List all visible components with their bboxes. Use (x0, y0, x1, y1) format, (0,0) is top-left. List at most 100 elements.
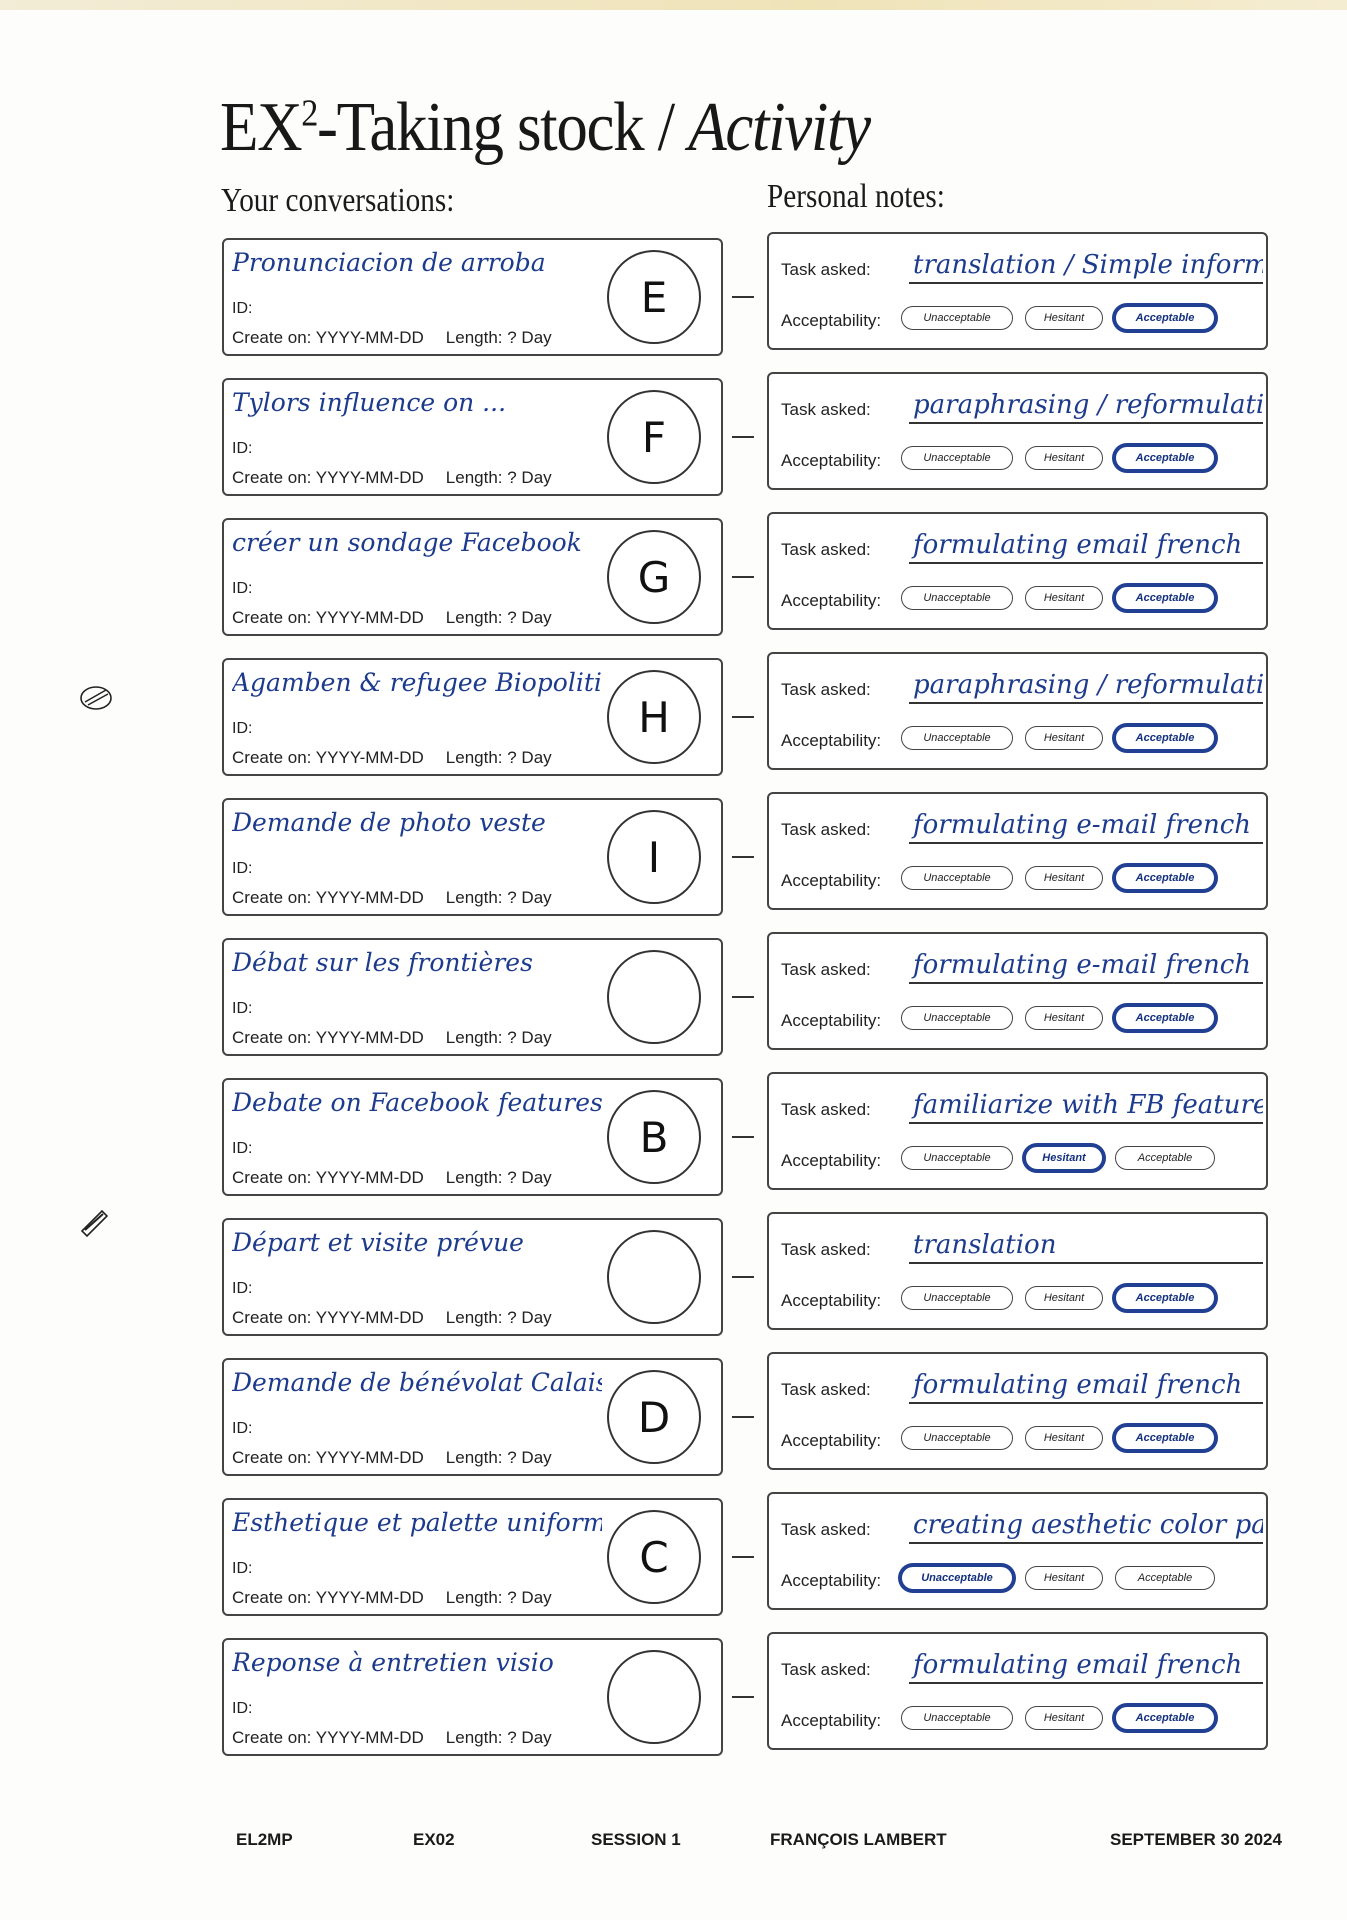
connector-dash (732, 1276, 754, 1278)
conversation-title: créer un sondage Facebook (232, 528, 582, 557)
conversation-title: Tylors influence on ... (232, 388, 507, 417)
acceptability-option-unacceptable[interactable]: Unacceptable (901, 1006, 1013, 1030)
footer-exercise: EX02 (413, 1830, 455, 1849)
conversation-id-label: ID: (232, 440, 253, 457)
conversation-card: Agamben & refugee Biopolitics ID: Create… (222, 658, 723, 776)
conversation-row: Agamben & refugee Biopolitics ID: Create… (0, 652, 1347, 783)
connector-dash (732, 716, 754, 718)
conversation-row: Demande de photo veste ID: Create on: YY… (0, 792, 1347, 923)
acceptability-option-acceptable[interactable]: Acceptable (1115, 306, 1215, 330)
acceptability-option-unacceptable[interactable]: Unacceptable (901, 1706, 1013, 1730)
create-on-label: Create on: YYYY-MM-DD (232, 1028, 424, 1047)
conversation-letter-circle (607, 1230, 701, 1324)
conversation-title: Départ et visite prévue (232, 1228, 524, 1257)
acceptability-option-hesitant[interactable]: Hesitant (1025, 1286, 1103, 1310)
acceptability-option-hesitant[interactable]: Hesitant (1025, 1146, 1103, 1170)
footer-session: SESSION 1 (591, 1830, 681, 1849)
task-asked-label: Task asked: (781, 680, 871, 699)
acceptability-option-acceptable[interactable]: Acceptable (1115, 586, 1215, 610)
task-asked-value: familiarize with FB features (909, 1088, 1263, 1124)
acceptability-option-unacceptable[interactable]: Unacceptable (901, 306, 1013, 330)
acceptability-label: Acceptability: (781, 1151, 882, 1170)
acceptability-options: Unacceptable Hesitant Acceptable (901, 306, 1215, 330)
footer-code: EL2MP (236, 1830, 293, 1849)
task-asked-value: formulating email french (909, 528, 1263, 564)
personal-note-card: Task asked: formulating e-mail french Ac… (767, 932, 1268, 1050)
acceptability-option-hesitant[interactable]: Hesitant (1025, 1706, 1103, 1730)
acceptability-option-acceptable[interactable]: Acceptable (1115, 726, 1215, 750)
conversation-row: Demande de bénévolat Calais ID: Create o… (0, 1352, 1347, 1483)
conversation-id-label: ID: (232, 1420, 253, 1437)
task-asked-label: Task asked: (781, 400, 871, 419)
conversation-card: Pronunciacion de arroba ID: Create on: Y… (222, 238, 723, 356)
acceptability-option-hesitant[interactable]: Hesitant (1025, 866, 1103, 890)
acceptability-label: Acceptability: (781, 1431, 882, 1450)
acceptability-option-hesitant[interactable]: Hesitant (1025, 1426, 1103, 1450)
conversation-row: créer un sondage Facebook ID: Create on:… (0, 512, 1347, 643)
task-asked-label: Task asked: (781, 1660, 871, 1679)
acceptability-option-unacceptable[interactable]: Unacceptable (901, 726, 1013, 750)
acceptability-label: Acceptability: (781, 311, 882, 330)
personal-note-card: Task asked: paraphrasing / reformulating… (767, 652, 1268, 770)
acceptability-option-hesitant[interactable]: Hesitant (1025, 586, 1103, 610)
acceptability-label: Acceptability: (781, 1571, 882, 1590)
conversation-title: Agamben & refugee Biopolitics (232, 668, 602, 697)
task-asked-value: creating aesthetic color pallette (909, 1508, 1263, 1544)
acceptability-option-acceptable[interactable]: Acceptable (1115, 1566, 1215, 1590)
conversation-letter-circle (607, 950, 701, 1044)
conversation-id-label: ID: (232, 860, 253, 877)
conversation-row: Debate on Facebook features ID: Create o… (0, 1072, 1347, 1203)
acceptability-option-unacceptable[interactable]: Unacceptable (901, 586, 1013, 610)
create-on-label: Create on: YYYY-MM-DD (232, 328, 424, 347)
acceptability-option-unacceptable[interactable]: Unacceptable (901, 1566, 1013, 1590)
acceptability-option-acceptable[interactable]: Acceptable (1115, 446, 1215, 470)
acceptability-option-acceptable[interactable]: Acceptable (1115, 1426, 1215, 1450)
task-asked-label: Task asked: (781, 540, 871, 559)
acceptability-option-acceptable[interactable]: Acceptable (1115, 1006, 1215, 1030)
conversation-card: Demande de bénévolat Calais ID: Create o… (222, 1358, 723, 1476)
conversation-row: Tylors influence on ... ID: Create on: Y… (0, 372, 1347, 503)
acceptability-option-unacceptable[interactable]: Unacceptable (901, 1286, 1013, 1310)
acceptability-label: Acceptability: (781, 451, 882, 470)
length-label: Length: ? Day (445, 608, 552, 627)
personal-note-card: Task asked: creating aesthetic color pal… (767, 1492, 1268, 1610)
acceptability-option-hesitant[interactable]: Hesitant (1025, 306, 1103, 330)
acceptability-label: Acceptability: (781, 591, 882, 610)
conversation-row: Reponse à entretien visio ID: Create on:… (0, 1632, 1347, 1763)
conversation-card: Débat sur les frontières ID: Create on: … (222, 938, 723, 1056)
conversation-letter-circle: F (607, 390, 701, 484)
conversation-id-label: ID: (232, 1700, 253, 1717)
acceptability-option-acceptable[interactable]: Acceptable (1115, 1286, 1215, 1310)
conversation-card: Esthetique et palette uniform ID: Create… (222, 1498, 723, 1616)
task-asked-label: Task asked: (781, 1380, 871, 1399)
conversation-letter-circle: B (607, 1090, 701, 1184)
acceptability-option-unacceptable[interactable]: Unacceptable (901, 1146, 1013, 1170)
conversation-meta: Create on: YYYY-MM-DD Length: ? Day (232, 1728, 552, 1748)
task-asked-value: translation (909, 1228, 1263, 1264)
acceptability-option-unacceptable[interactable]: Unacceptable (901, 1426, 1013, 1450)
acceptability-option-acceptable[interactable]: Acceptable (1115, 1146, 1215, 1170)
acceptability-option-unacceptable[interactable]: Unacceptable (901, 866, 1013, 890)
conversation-meta: Create on: YYYY-MM-DD Length: ? Day (232, 1588, 552, 1608)
acceptability-option-hesitant[interactable]: Hesitant (1025, 1006, 1103, 1030)
length-label: Length: ? Day (445, 1588, 552, 1607)
length-label: Length: ? Day (445, 748, 552, 767)
create-on-label: Create on: YYYY-MM-DD (232, 1588, 424, 1607)
conversation-id-label: ID: (232, 720, 253, 737)
acceptability-option-acceptable[interactable]: Acceptable (1115, 866, 1215, 890)
conversation-id-label: ID: (232, 1280, 253, 1297)
acceptability-options: Unacceptable Hesitant Acceptable (901, 1006, 1215, 1030)
footer-author: FRANÇOIS LAMBERT (770, 1830, 947, 1849)
acceptability-option-hesitant[interactable]: Hesitant (1025, 446, 1103, 470)
acceptability-option-unacceptable[interactable]: Unacceptable (901, 446, 1013, 470)
personal-note-card: Task asked: translation / Simple informa… (767, 232, 1268, 350)
acceptability-label: Acceptability: (781, 871, 882, 890)
acceptability-options: Unacceptable Hesitant Acceptable (901, 1426, 1215, 1450)
connector-dash (732, 1136, 754, 1138)
length-label: Length: ? Day (445, 1028, 552, 1047)
acceptability-option-hesitant[interactable]: Hesitant (1025, 726, 1103, 750)
acceptability-option-acceptable[interactable]: Acceptable (1115, 1706, 1215, 1730)
acceptability-option-hesitant[interactable]: Hesitant (1025, 1566, 1103, 1590)
personal-note-card: Task asked: familiarize with FB features… (767, 1072, 1268, 1190)
connector-dash (732, 996, 754, 998)
